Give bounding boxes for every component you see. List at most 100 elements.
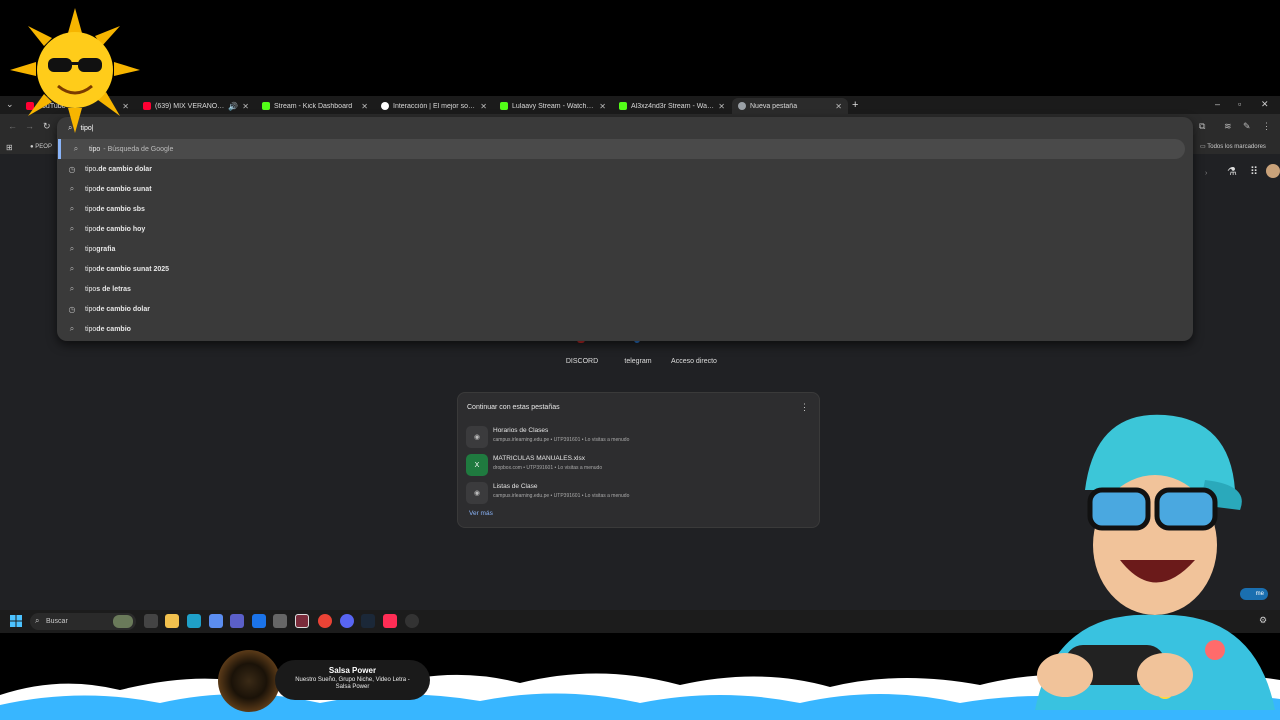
teams-icon[interactable] bbox=[230, 614, 244, 628]
search-icon: ⌕ bbox=[69, 244, 75, 253]
window-close-icon[interactable]: ✕ bbox=[1261, 99, 1269, 110]
suggestion-completion: de cambio dolar bbox=[96, 305, 150, 313]
omnibox-suggestion[interactable]: ⌕ tipo de cambio sunat bbox=[57, 179, 1193, 199]
apps-grid-icon[interactable]: ⊞ bbox=[6, 143, 13, 152]
shortcut-label: Acceso directo bbox=[671, 358, 717, 365]
panel-title: Continuar con estas pestañas bbox=[467, 404, 560, 411]
chrome-icon[interactable] bbox=[318, 614, 332, 628]
suggestion-note: - Búsqueda de Google bbox=[103, 145, 174, 153]
new-tab-plus-icon[interactable]: + bbox=[852, 99, 858, 111]
tab-title: Interacción | El mejor software bbox=[393, 102, 476, 110]
all-bookmarks[interactable]: ▭ Todos los marcadores bbox=[1200, 143, 1266, 150]
continue-item[interactable]: ◉ Listas de Clase campus.irlearning.edu.… bbox=[463, 479, 816, 505]
task-view-icon[interactable] bbox=[144, 614, 158, 628]
tab-mix-verano[interactable]: (639) MIX VERANO 2026 😎 🔊 ✕ bbox=[137, 98, 255, 114]
continue-item[interactable]: ◉ Horarios de Clases campus.irlearning.e… bbox=[463, 423, 816, 449]
close-icon[interactable]: ✕ bbox=[242, 102, 249, 111]
close-icon[interactable]: ✕ bbox=[599, 102, 606, 111]
mail-icon[interactable] bbox=[252, 614, 266, 628]
omnibox-suggestion[interactable]: ⌕ tipo de cambio sunat 2025 bbox=[57, 259, 1193, 279]
suggestion-prefix: tipo bbox=[85, 285, 97, 293]
search-icon: ⌕ bbox=[73, 144, 79, 153]
item-meta: campus.irlearning.edu.pe • UTP391601 • L… bbox=[493, 437, 630, 443]
item-meta: campus.irlearning.edu.pe • UTP391601 • L… bbox=[493, 493, 630, 499]
extensions-icon[interactable]: ⧉ bbox=[1199, 121, 1205, 132]
suggestion-prefix: tipo bbox=[85, 165, 97, 173]
cast-icon[interactable]: ≋ bbox=[1224, 121, 1232, 132]
kebab-menu-icon[interactable]: ⋮ bbox=[800, 402, 809, 413]
suggestion-completion: de cambio sbs bbox=[96, 205, 145, 213]
search-icon: ⌕ bbox=[69, 184, 75, 193]
windows-start-icon[interactable] bbox=[10, 615, 22, 627]
continue-tabs-panel: Continuar con estas pestañas ⋮ ◉ Horario… bbox=[457, 392, 820, 528]
omnibox-input[interactable]: ⌕ tipo| bbox=[57, 117, 1193, 139]
tab-title: Nueva pestaña bbox=[750, 102, 798, 110]
search-icon: ⌕ bbox=[69, 324, 75, 333]
tab-interaccion[interactable]: Interacción | El mejor software ✕ bbox=[375, 98, 493, 114]
see-more-link[interactable]: Ver más bbox=[469, 510, 493, 517]
omnibox-suggestion[interactable]: ⌕ tipo grafia bbox=[57, 239, 1193, 259]
close-icon[interactable]: ✕ bbox=[480, 102, 487, 111]
avatar[interactable] bbox=[1266, 164, 1280, 178]
minimize-icon[interactable]: – bbox=[1215, 99, 1220, 109]
close-icon[interactable]: ✕ bbox=[718, 102, 725, 111]
suggestion-completion: .de cambio dolar bbox=[96, 165, 152, 173]
pin-icon[interactable]: ✎ bbox=[1243, 121, 1251, 132]
restore-icon[interactable]: ▫ bbox=[1238, 99, 1241, 109]
suggestion-prefix: tipo bbox=[85, 265, 97, 273]
close-icon[interactable]: ✕ bbox=[361, 102, 368, 111]
interaccion-icon bbox=[381, 102, 389, 110]
tab-al3xz4nd3r[interactable]: Al3xz4nd3r Stream - Watch Live ✕ bbox=[613, 98, 731, 114]
chevron-icon: › bbox=[1205, 170, 1208, 177]
snipping-icon[interactable] bbox=[273, 614, 287, 628]
continue-item[interactable]: X MATRICULAS MANUALES.xlsx dropbox.com •… bbox=[463, 451, 816, 477]
omnibox-suggestion[interactable]: ⌕ tipo de cambio sbs bbox=[57, 199, 1193, 219]
shortcut-label: DISCORD bbox=[565, 358, 599, 365]
file-explorer-icon[interactable] bbox=[165, 614, 179, 628]
discord-icon[interactable] bbox=[340, 614, 354, 628]
omnibox-suggestion[interactable]: ◷ tipo de cambio dolar bbox=[57, 299, 1193, 319]
tab-title: Lulaavy Stream - Watch Live on bbox=[512, 102, 595, 110]
history-icon: ◷ bbox=[68, 164, 76, 174]
search-icon: ⌕ bbox=[69, 204, 75, 213]
item-meta: dropbox.com • UTP391601 • Lo visitas a m… bbox=[493, 465, 603, 471]
omnibox-suggestion[interactable]: ⌕ tipo - Búsqueda de Google bbox=[58, 139, 1185, 159]
now-playing-widget: Salsa Power Nuestro Sueño, Grupo Niche, … bbox=[275, 660, 430, 700]
kick-icon bbox=[500, 102, 508, 110]
app-icon[interactable] bbox=[405, 614, 419, 628]
tiktok-icon[interactable] bbox=[383, 614, 397, 628]
shortcut-telegram[interactable]: telegram bbox=[608, 358, 668, 365]
labs-flask-icon[interactable]: ⚗ bbox=[1227, 165, 1237, 178]
suggestion-prefix: tipo bbox=[85, 185, 97, 193]
suggestion-completion: grafia bbox=[96, 245, 116, 253]
omnibox-suggestion[interactable]: ⌕ tipo de cambio hoy bbox=[57, 219, 1193, 239]
obs-icon[interactable] bbox=[295, 614, 309, 628]
shortcut-add[interactable]: Acceso directo bbox=[664, 358, 724, 365]
steam-icon[interactable] bbox=[361, 614, 375, 628]
suggestion-prefix: tipo bbox=[85, 245, 97, 253]
streamer-avatar-overlay bbox=[1035, 414, 1275, 710]
sun-mascot-overlay bbox=[10, 8, 140, 133]
chrome-icon bbox=[738, 102, 746, 110]
taskbar-search[interactable]: ⌕ Buscar bbox=[30, 613, 136, 630]
history-icon: ◷ bbox=[68, 304, 76, 314]
tab-strip: ⌄ YouTube ✕ (639) MIX VERANO 2026 😎 🔊 ✕ … bbox=[0, 96, 1280, 114]
close-icon[interactable]: ✕ bbox=[835, 102, 842, 111]
shortcut-label: telegram bbox=[624, 358, 652, 365]
store-icon[interactable] bbox=[187, 614, 201, 628]
omnibox-suggestion[interactable]: ⌕ tipo de cambio bbox=[57, 319, 1193, 339]
omnibox-suggestion[interactable]: ◷ tipo .de cambio dolar bbox=[57, 159, 1193, 179]
speaker-icon[interactable]: 🔊 bbox=[228, 102, 238, 111]
suggestion-prefix: tipo bbox=[85, 205, 97, 213]
kebab-menu-icon[interactable]: ⋮ bbox=[1262, 121, 1271, 132]
bookmark-item[interactable]: ● PEOP bbox=[30, 144, 52, 150]
tab-lulaavy[interactable]: Lulaavy Stream - Watch Live on ✕ bbox=[494, 98, 612, 114]
apps-grid-icon[interactable]: ⠿ bbox=[1250, 165, 1258, 178]
suggestion-completion: de cambio sunat 2025 bbox=[96, 265, 170, 273]
tab-kick-dashboard[interactable]: Stream - Kick Dashboard ✕ bbox=[256, 98, 374, 114]
shortcut-discord[interactable]: DISCORD bbox=[552, 358, 612, 365]
tab-nueva-pestana[interactable]: Nueva pestaña ✕ bbox=[732, 98, 848, 114]
omnibox-suggestion[interactable]: ⌕ tipo s de letras bbox=[57, 279, 1193, 299]
calculator-icon[interactable] bbox=[209, 614, 223, 628]
excel-icon: X bbox=[466, 454, 488, 476]
